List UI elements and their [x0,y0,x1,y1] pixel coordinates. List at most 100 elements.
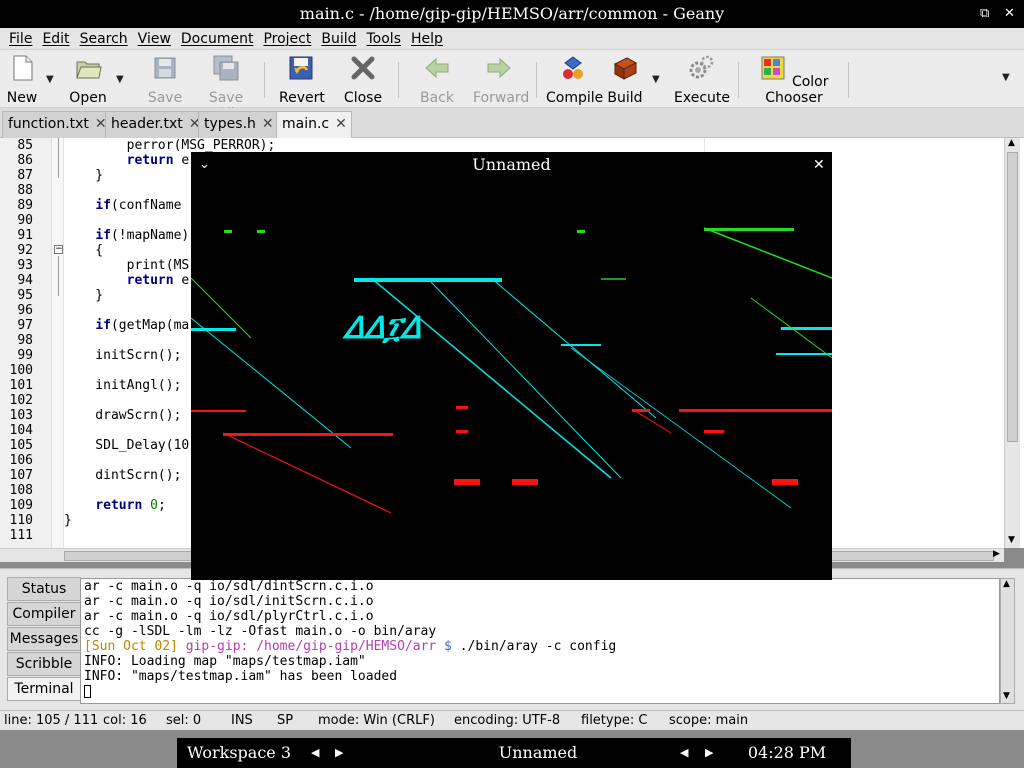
color-chooser-button[interactable]: Color Chooser [748,54,840,106]
workspace-next-icon[interactable]: ▶ [335,738,343,768]
keyword: if [95,318,111,333]
tab-status[interactable]: Status [7,577,81,601]
keyword: return [95,498,143,513]
menu-file[interactable]: File [4,28,37,47]
game-render-canvas: ᐃᐃ፲ᐃ [191,227,832,514]
status-ins: INS [231,713,253,728]
revert-icon [289,56,313,80]
close-tab-icon[interactable]: ✕ [262,116,274,132]
scroll-down-icon[interactable]: ▼ [1003,691,1010,701]
tab-scribble[interactable]: Scribble [7,652,81,676]
clock: 04:28 PM [723,738,851,768]
keyword: return [126,273,174,288]
scrollbar-thumb[interactable] [1007,152,1018,442]
scroll-up-icon[interactable]: ▲ [1008,138,1015,148]
prompt-user: gip-gip: [185,639,249,654]
new-dropdown-icon[interactable]: ▼ [46,74,54,85]
toolbar-separator [848,62,849,98]
fold-line [58,256,59,296]
close-label: Close [343,90,383,106]
forward-button[interactable]: Forward [473,54,529,106]
menu-document[interactable]: Document [176,28,259,47]
sdl-window-titlebar[interactable]: ⌄ Unnamed ✕ [191,152,832,178]
save-icon [154,57,176,79]
workspace-prev-icon[interactable]: ◀ [311,738,319,768]
menu-project[interactable]: Project [258,28,316,47]
scroll-up-icon[interactable]: ▲ [1003,579,1010,589]
tab-label: main.c [282,116,330,132]
build-button[interactable]: Build [607,54,643,106]
open-dropdown-icon[interactable]: ▼ [116,74,124,85]
open-button[interactable]: Open [68,54,108,106]
menu-help[interactable]: Help [406,28,448,47]
menu-view[interactable]: View [133,28,176,47]
scroll-right-icon[interactable]: ▶ [993,549,1000,559]
workspace-switcher[interactable]: Workspace 3 ◀ ▶ [177,738,353,768]
terminal-view[interactable]: ar -c main.o -q io/sdl/dintScrn.c.i.o ar… [80,578,1000,704]
back-button[interactable]: Back [417,54,457,106]
tab-messages[interactable]: Messages [7,627,81,651]
revert-label: Revert [279,90,325,106]
new-file-icon [13,55,33,81]
execute-button[interactable]: Execute [674,54,730,106]
window-prev-icon[interactable]: ◀ [680,738,688,768]
back-label: Back [420,90,454,106]
execute-label: Execute [674,90,730,106]
scroll-down-icon[interactable]: ▼ [1008,535,1015,545]
sdl-window-close-icon[interactable]: ✕ [813,152,825,178]
window-titlebar[interactable]: main.c - /home/gip-gip/HEMSO/arr/common … [0,0,1024,28]
save-label: Save [147,90,183,106]
terminal-line: ar -c main.o -q io/sdl/plyrCtrl.c.i.o [84,609,374,624]
save-all-icon [213,55,239,81]
save-button[interactable]: Save [147,54,183,106]
line-number: 103 [9,408,33,423]
toolbar-overflow-icon[interactable]: ▼ [1002,72,1010,83]
revert-button[interactable]: Revert [279,54,325,106]
window-next-icon[interactable]: ▶ [705,738,713,768]
close-tab-icon[interactable]: ✕ [335,116,347,132]
line-number: 90 [17,213,33,228]
terminal-scrollbar[interactable]: ▲ ▼ [1000,578,1015,704]
new-button[interactable]: New [6,54,38,106]
build-dropdown-icon[interactable]: ▼ [652,74,660,85]
tab-types-h[interactable]: types.h ✕ [198,111,279,138]
taskbar: Workspace 3 ◀ ▶ Unnamed ◀ ▶ 04:28 PM [0,738,1024,768]
line-number: 105 [9,438,33,453]
fold-toggle-icon[interactable]: − [54,245,63,254]
status-mode: mode: Win (CRLF) [318,713,435,728]
fold-margin[interactable]: − [52,138,64,548]
line-number: 101 [9,378,33,393]
menu-edit[interactable]: Edit [37,28,74,47]
editor-vertical-scrollbar[interactable]: ▲ ▼ [1004,138,1020,548]
compile-button[interactable]: Compile [546,54,603,106]
line-number: 109 [9,498,33,513]
line-number: 104 [9,423,33,438]
tab-header-txt[interactable]: header.txt ✕ [105,111,206,138]
tab-main-c[interactable]: main.c ✕ [276,111,352,138]
keyword: if [95,198,111,213]
close-window-button[interactable]: ✕ [1004,6,1015,21]
status-sel: sel: 0 [166,713,202,728]
toolbar-separator [738,62,739,98]
tab-compiler[interactable]: Compiler [7,602,81,626]
taskbar-active-window[interactable]: Unnamed [499,743,578,762]
tab-terminal[interactable]: Terminal [7,677,81,701]
status-scope: scope: main [669,713,749,728]
sdl-render-window[interactable]: ⌄ Unnamed ✕ ᐃᐃ፲ᐃ [191,152,832,580]
terminal-cursor-line[interactable] [81,684,999,699]
taskbar-window-list[interactable]: Unnamed ◀ ▶ [353,738,723,768]
menu-tools[interactable]: Tools [362,28,407,47]
compile-icon [563,56,583,79]
close-button[interactable]: Close [343,54,383,106]
window-menu-icon[interactable]: ⌄ [199,152,210,178]
code-line[interactable]: perror(MSG_PERROR); [64,138,704,153]
menu-search[interactable]: Search [75,28,133,47]
line-number-gutter: 85 86 87 88 89 90 91 92 93 94 95 96 97 98 99 100 101 102 1… [0,138,52,548]
tab-function-txt[interactable]: function.txt ✕ [2,111,112,138]
color-chooser-icon [761,56,785,80]
status-filetype: filetype: C [581,713,648,728]
menu-build[interactable]: Build [316,28,361,47]
document-tabs: function.txt ✕ header.txt ✕ types.h ✕ main.… [0,108,1024,138]
restore-window-button[interactable]: ⧉ [980,6,989,21]
line-number: 86 [17,153,33,168]
